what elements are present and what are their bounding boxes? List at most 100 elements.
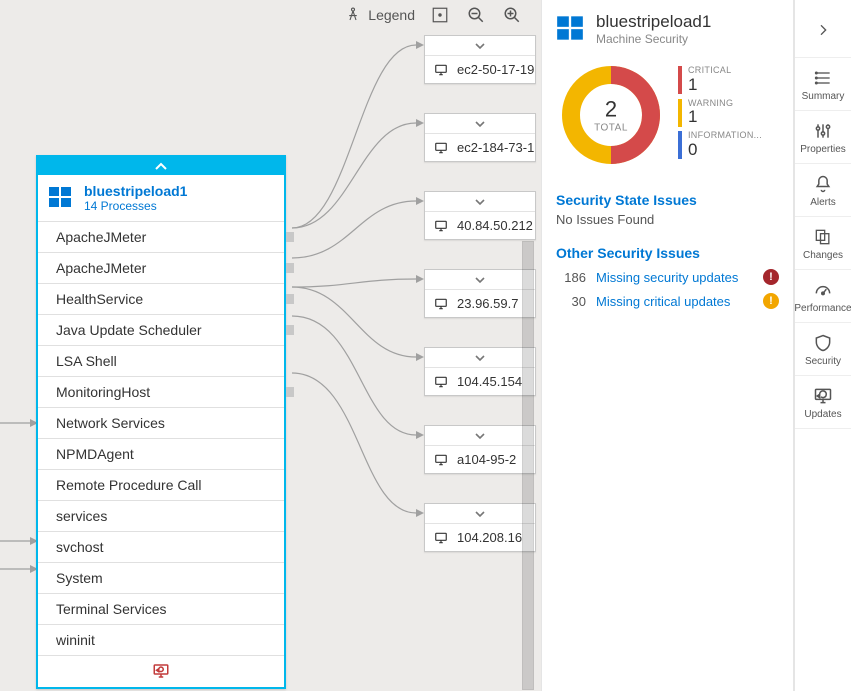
process-item[interactable]: Remote Procedure Call: [38, 469, 284, 500]
process-item[interactable]: ApacheJMeter: [38, 221, 284, 252]
issue-link[interactable]: Missing security updates: [596, 270, 753, 285]
process-item[interactable]: Terminal Services: [38, 593, 284, 624]
tab-changes[interactable]: Changes: [795, 217, 851, 270]
output-port: [286, 387, 294, 397]
target-expand-toggle[interactable]: [425, 192, 535, 212]
machine-subtitle: 14 Processes: [84, 199, 187, 213]
state-issues-heading: Security State Issues: [556, 192, 779, 208]
tab-summary[interactable]: Summary: [795, 58, 851, 111]
process-item[interactable]: services: [38, 500, 284, 531]
process-item[interactable]: ApacheJMeter: [38, 252, 284, 283]
target-expand-toggle[interactable]: [425, 426, 535, 446]
kpi-label: INFORMATION...: [688, 131, 762, 141]
target-node[interactable]: 104.208.16: [424, 503, 536, 552]
chevron-down-icon: [474, 198, 486, 206]
machine-header[interactable]: bluestripeload1 14 Processes: [38, 175, 284, 221]
chevron-down-icon: [474, 120, 486, 128]
fit-to-screen-button[interactable]: [429, 4, 451, 26]
kpi-color-bar: [678, 99, 682, 127]
map-canvas[interactable]: Legend: [0, 0, 541, 691]
legend-icon: [344, 5, 362, 26]
kpi-color-bar: [678, 66, 682, 94]
target-expand-toggle[interactable]: [425, 36, 535, 56]
zoom-in-button[interactable]: [501, 4, 523, 26]
process-item[interactable]: svchost: [38, 531, 284, 562]
machine-footer: [38, 655, 284, 687]
canvas-toolbar: Legend: [344, 4, 523, 26]
machine-title: bluestripeload1: [84, 183, 187, 199]
chevron-up-icon: [154, 161, 168, 171]
target-expand-toggle[interactable]: [425, 504, 535, 524]
tab-performance[interactable]: Performance: [795, 270, 851, 323]
properties-icon: [813, 121, 833, 141]
tab-label: Security: [805, 356, 841, 367]
chevron-down-icon: [474, 354, 486, 362]
donut-total: 2: [594, 97, 628, 123]
windows-icon: [48, 185, 72, 212]
other-issues-heading: Other Security Issues: [556, 245, 779, 261]
monitor-icon: [433, 63, 449, 77]
collapse-toggle[interactable]: [38, 157, 284, 175]
process-item[interactable]: LSA Shell: [38, 345, 284, 376]
monitor-icon: [433, 375, 449, 389]
process-item[interactable]: MonitoringHost: [38, 376, 284, 407]
kpi-value: 0: [688, 141, 762, 160]
monitor-icon: [433, 531, 449, 545]
changes-icon: [813, 227, 833, 247]
canvas-scrollbar[interactable]: [522, 241, 534, 690]
tab-label: Summary: [802, 91, 845, 102]
warning-badge-icon: !: [763, 293, 779, 309]
refresh-icon[interactable]: [151, 668, 171, 683]
tab-security[interactable]: Security: [795, 323, 851, 376]
process-item[interactable]: NPMDAgent: [38, 438, 284, 469]
summary-icon: [813, 68, 833, 88]
security-icon: [813, 333, 833, 353]
detail-title: bluestripeload1: [596, 12, 711, 32]
detail-panel: bluestripeload1 Machine Security 2 TOTAL…: [541, 0, 794, 691]
detail-header: bluestripeload1 Machine Security: [556, 12, 779, 46]
chevron-right-icon: [813, 20, 833, 40]
expand-panel-button[interactable]: [795, 0, 851, 58]
target-node[interactable]: 23.96.59.7: [424, 269, 536, 318]
monitor-icon: [433, 219, 449, 233]
target-label: 23.96.59.7: [457, 296, 518, 311]
legend-button[interactable]: Legend: [344, 5, 415, 26]
process-item[interactable]: Java Update Scheduler: [38, 314, 284, 345]
machine-node[interactable]: bluestripeload1 14 Processes ApacheJMete…: [36, 155, 286, 689]
target-label: 104.45.154: [457, 374, 522, 389]
tab-properties[interactable]: Properties: [795, 111, 851, 164]
tab-alerts[interactable]: Alerts: [795, 164, 851, 217]
monitor-icon: [433, 453, 449, 467]
issue-link[interactable]: Missing critical updates: [596, 294, 753, 309]
output-port: [286, 325, 294, 335]
output-port: [286, 294, 294, 304]
target-label: ec2-184-73-1: [457, 140, 534, 155]
target-node[interactable]: ec2-50-17-19: [424, 35, 536, 84]
target-expand-toggle[interactable]: [425, 348, 535, 368]
process-item[interactable]: wininit: [38, 624, 284, 655]
process-item[interactable]: HealthService: [38, 283, 284, 314]
issue-count: 30: [556, 294, 586, 309]
tab-label: Updates: [804, 409, 841, 420]
zoom-out-button[interactable]: [465, 4, 487, 26]
state-issues-body: No Issues Found: [556, 212, 779, 227]
tab-label: Alerts: [810, 197, 836, 208]
target-node[interactable]: 40.84.50.212: [424, 191, 536, 240]
tab-label: Properties: [800, 144, 846, 155]
process-item[interactable]: Network Services: [38, 407, 284, 438]
donut-total-label: TOTAL: [594, 123, 628, 134]
kpi-row: CRITICAL1: [678, 66, 762, 95]
kpi-color-bar: [678, 131, 682, 159]
target-label: ec2-50-17-19: [457, 62, 534, 77]
tab-updates[interactable]: Updates: [795, 376, 851, 429]
target-node[interactable]: 104.45.154: [424, 347, 536, 396]
target-node[interactable]: a104-95-2: [424, 425, 536, 474]
issue-row: 30 Missing critical updates!: [556, 289, 779, 313]
process-item[interactable]: System: [38, 562, 284, 593]
kpi-value: 1: [688, 108, 733, 127]
target-node[interactable]: ec2-184-73-1: [424, 113, 536, 162]
target-expand-toggle[interactable]: [425, 270, 535, 290]
target-expand-toggle[interactable]: [425, 114, 535, 134]
kpi-value: 1: [688, 76, 731, 95]
updates-icon: [813, 386, 833, 406]
